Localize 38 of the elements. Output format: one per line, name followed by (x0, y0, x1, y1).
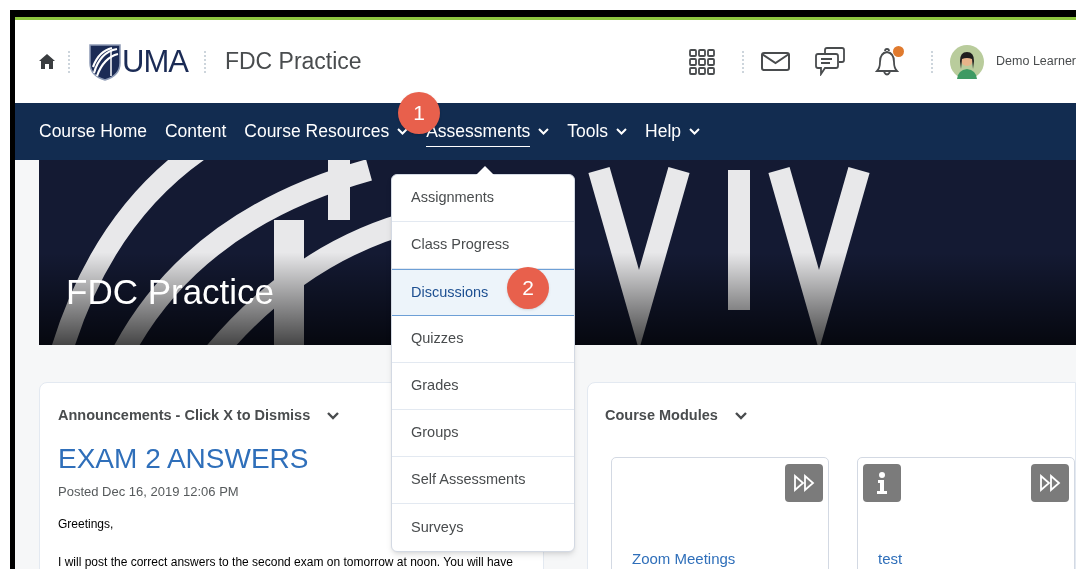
shield-logo-icon (88, 42, 122, 81)
user-name[interactable]: Demo Learner (996, 52, 1076, 71)
menu-item[interactable]: Grades (392, 363, 574, 410)
fast-forward-icon[interactable] (1031, 463, 1069, 502)
apps-grid-icon[interactable] (689, 48, 716, 75)
chevron-down-icon (538, 128, 550, 135)
info-icon[interactable] (863, 463, 901, 502)
module-title[interactable]: test (878, 550, 903, 566)
chevron-down-icon (616, 128, 628, 135)
paragraph: I will post the correct answers to the second exam on tomorrow at noon. You will have (58, 555, 513, 569)
widget-title: Course Modules (605, 406, 718, 425)
chat-icon[interactable] (815, 47, 846, 76)
nav-link[interactable]: Content (164, 118, 227, 145)
menu-item[interactable]: Quizzes (392, 316, 574, 363)
paragraph: Greetings, (58, 517, 114, 532)
nav-link[interactable]: Help (645, 118, 701, 145)
menu-item[interactable]: Self Assessments (392, 457, 574, 504)
module-tile[interactable]: Zoom Meetings (611, 456, 829, 569)
fast-forward-icon[interactable] (785, 463, 823, 502)
module-tile[interactable]: test (857, 456, 1075, 569)
avatar[interactable] (950, 44, 985, 79)
module-title[interactable]: Zoom Meetings (632, 550, 736, 566)
chevron-down-icon[interactable] (734, 411, 747, 420)
chevron-down-icon (689, 128, 701, 135)
menu-item[interactable]: Groups (392, 410, 574, 457)
nav-link[interactable]: Tools (567, 118, 628, 145)
course-title: FDC Practice (224, 47, 362, 77)
menu-item[interactable]: Assignments (392, 175, 574, 222)
chevron-down-icon[interactable] (327, 411, 340, 420)
mail-icon[interactable] (761, 52, 791, 71)
bell-icon[interactable] (873, 46, 902, 77)
posted-date: Posted Dec 16, 2019 12:06 PM (58, 482, 239, 501)
home-icon[interactable] (39, 54, 55, 69)
menu-item[interactable]: Surveys (392, 504, 574, 551)
logo-text: UMA (122, 46, 188, 77)
widget-title: Announcements - Click X to Dismiss (58, 406, 311, 425)
chevron-down-icon (397, 128, 409, 135)
nav-link[interactable]: Course Home (39, 118, 147, 145)
